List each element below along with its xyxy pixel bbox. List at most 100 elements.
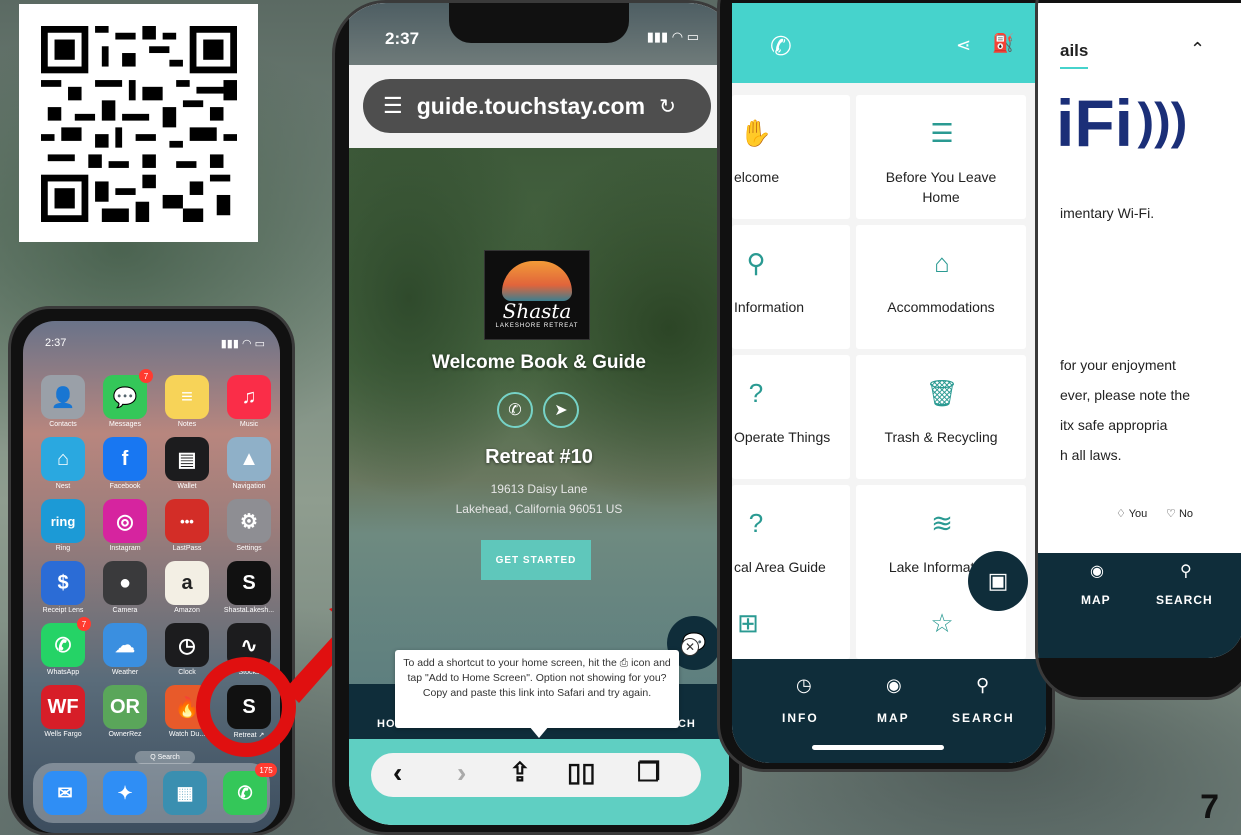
safari-screen: 2:37 ▮▮▮ ◠ ▭ ☰ guide.touchstay.com ↻ Sha… (349, 3, 729, 825)
news-icon[interactable]: ▦ (163, 771, 207, 815)
nav-home-label[interactable]: HO (377, 718, 396, 730)
app-label: WhatsApp (46, 669, 80, 676)
tabs-icon[interactable]: ❐ (637, 757, 660, 788)
star-icon: ☆ (930, 608, 954, 638)
wifi-intro: imentary Wi-Fi. (1060, 205, 1155, 221)
app-icon[interactable]: OR (103, 685, 147, 729)
share-icon[interactable]: ⋖ (956, 35, 971, 56)
tile-icon: ✋ (739, 118, 773, 148)
guide-tile[interactable]: ☰ Before You Leave Home (856, 95, 1026, 219)
tile-label: Accommodations (887, 299, 995, 315)
nav-map-label[interactable]: MAP (1081, 593, 1111, 607)
send-icon[interactable]: ➤ (543, 392, 579, 428)
app-icon[interactable]: ≡ (165, 375, 209, 419)
page-menu-icon[interactable]: ☰ (383, 93, 403, 119)
tile-label: Trash & Recycling (884, 429, 998, 445)
feedback-no-button[interactable]: ♡ No (1166, 507, 1193, 520)
app-icon[interactable]: WF (41, 685, 85, 729)
feedback-no-label: No (1178, 508, 1193, 520)
wifi-body-line: ever, please note the (1060, 387, 1190, 403)
signal-icon: ▮▮▮ ◠ ▭ (646, 29, 699, 44)
feedback-you-label: You (1128, 508, 1148, 520)
guide-tile[interactable]: ⌂ Accommodations (856, 225, 1026, 349)
app-label: Wallet (177, 483, 197, 490)
translate-icon[interactable]: ⛽ (992, 33, 1014, 54)
tile-label: cal Area Guide (734, 559, 826, 575)
app-icon[interactable]: ⌂ (41, 437, 85, 481)
nav-search-label[interactable]: SEARCH (952, 711, 1015, 725)
app-icon[interactable]: 👤 (41, 375, 85, 419)
map-icon[interactable]: ◉ (886, 675, 902, 696)
nav-map-label[interactable]: MAP (877, 711, 910, 725)
section-title[interactable]: ails (1060, 41, 1089, 69)
search-icon[interactable]: ⚲ (976, 675, 989, 696)
get-started-button[interactable]: GET STARTED (481, 540, 591, 580)
page-number: 7 (1200, 788, 1219, 826)
mail-icon[interactable]: ✉ (43, 771, 87, 815)
search-icon[interactable]: ⚲ (1180, 561, 1192, 581)
feedback-you-button[interactable]: ♢ You (1116, 507, 1147, 520)
map-icon[interactable]: ◉ (1090, 561, 1104, 581)
app-label: Weather (111, 669, 139, 676)
close-icon[interactable]: ✕ (681, 638, 699, 656)
share-icon[interactable]: ⇪ (509, 757, 531, 788)
app-icon[interactable]: $ (41, 561, 85, 605)
reload-icon[interactable]: ↻ (659, 94, 676, 119)
app-icon[interactable]: ✆ (41, 623, 85, 667)
home-indicator (812, 745, 944, 750)
back-icon[interactable]: ‹ (393, 757, 402, 789)
app-icon[interactable]: ● (103, 561, 147, 605)
forward-icon[interactable]: › (457, 757, 466, 789)
hero-section: Shasta LAKESHORE RETREAT Welcome Book & … (349, 148, 729, 684)
phone-safari: 2:37 ▮▮▮ ◠ ▭ ☰ guide.touchstay.com ↻ Sha… (332, 0, 742, 835)
notification-badge: 175 (255, 763, 277, 777)
app-icon[interactable]: S (227, 561, 271, 605)
phone-icon[interactable]: ✆ (223, 771, 267, 815)
app-icon[interactable]: 💬 (103, 375, 147, 419)
phone-icon[interactable]: ✆ (770, 31, 792, 62)
app-icon[interactable]: ♫ (227, 375, 271, 419)
app-label: Wells Fargo (44, 731, 82, 738)
app-icon[interactable]: a (165, 561, 209, 605)
chat-fab-icon[interactable]: ▣ (968, 551, 1028, 611)
tile-icon: ? (748, 378, 764, 408)
tooltip-tail (529, 726, 549, 738)
guide-tile[interactable]: ✋ elcome (732, 95, 850, 219)
app-icon[interactable]: ◷ (165, 623, 209, 667)
logo-sub: LAKESHORE RETREAT (495, 323, 579, 329)
nav-search-label[interactable]: SEARCH (1156, 593, 1213, 607)
app-icon[interactable]: ⚙ (227, 499, 271, 543)
address-line1: 19613 Daisy Lane (490, 482, 588, 496)
phone-call-icon[interactable]: ✆ (497, 392, 533, 428)
wifi-signal-icon: ))) (1137, 93, 1188, 149)
notification-badge: 7 (139, 369, 153, 383)
app-icon[interactable]: ☁ (103, 623, 147, 667)
info-icon[interactable]: ◷ (796, 675, 812, 696)
app-icon[interactable]: ring (41, 499, 85, 543)
nav-info-label[interactable]: INFO (782, 711, 819, 725)
qr-code-image (41, 26, 237, 222)
collapse-icon[interactable]: ⌃ (1190, 39, 1205, 60)
guide-tile[interactable]: ? Operate Things (732, 355, 850, 479)
safari-icon[interactable]: ✦ (103, 771, 147, 815)
tile-icon: ? (748, 508, 764, 538)
tile-partial-left[interactable]: ⊞ (732, 585, 850, 659)
app-icon[interactable]: ••• (165, 499, 209, 543)
app-label: Instagram (109, 545, 141, 552)
wifi-body-line: for your enjoyment (1060, 357, 1176, 373)
status-time: 2:37 (45, 337, 67, 349)
app-label: Navigation (232, 483, 266, 490)
app-label: Ring (55, 545, 71, 552)
status-bar: 2:37 ▮▮▮ ◠ ▭ (45, 337, 265, 350)
app-icon[interactable]: ◎ (103, 499, 147, 543)
app-icon[interactable]: ▤ (165, 437, 209, 481)
app-icon[interactable]: ▲ (227, 437, 271, 481)
address-line2: Lakehead, California 96051 US (455, 502, 623, 516)
url-bar[interactable]: ☰ guide.touchstay.com ↻ (363, 79, 711, 133)
guide-tile[interactable]: 🗑 Trash & Recycling (856, 355, 1026, 479)
bookmarks-icon[interactable]: ▯▯ (567, 757, 596, 788)
guide-tile[interactable]: ⚲ Information (732, 225, 850, 349)
status-time: 2:37 (385, 29, 420, 48)
safari-toolbar-pill: ‹ › ⇪ ▯▯ ❐ (371, 753, 701, 797)
app-icon[interactable]: f (103, 437, 147, 481)
